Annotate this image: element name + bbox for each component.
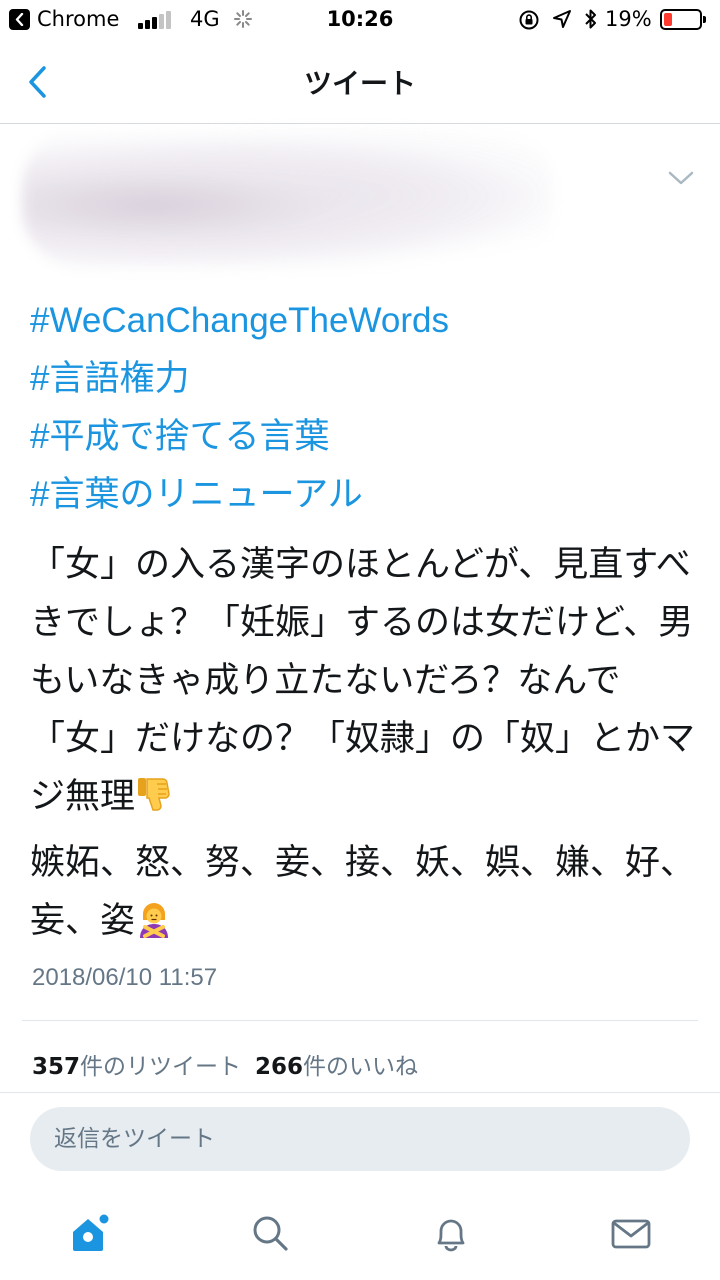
- home-icon: [73, 1214, 109, 1251]
- battery-percentage: 19%: [605, 7, 652, 31]
- hashtag-list: #WeCanChangeTheWords #言語権力 #平成で捨てる言葉 #言葉…: [30, 292, 690, 524]
- bottom-tab-bar: [0, 1184, 720, 1280]
- retweet-stat[interactable]: 357件のリツイート: [32, 1054, 241, 1080]
- divider: [22, 1020, 698, 1021]
- thumbs-down-icon: [138, 778, 170, 811]
- person-gesturing-no-icon: [140, 903, 169, 938]
- tweet-text-paragraph: 嫉妬、怒、努、妾、接、妖、娯、嫌、好、妄、姿: [30, 843, 696, 941]
- tweet-text-kanji-list: 嫉妬、怒、努、妾、接、妖、娯、嫌、好、妄、姿: [30, 834, 695, 950]
- chevron-down-icon[interactable]: [668, 170, 694, 186]
- hashtag-link[interactable]: #言語権力: [30, 350, 690, 408]
- like-label: 件のいいね: [303, 1054, 419, 1080]
- tab-home[interactable]: [60, 1202, 120, 1262]
- retweet-count: 357: [32, 1054, 81, 1080]
- navigation-bar: ツイート: [0, 40, 720, 124]
- tweet-text-paragraph: 「女」の入る漢字のほとんどが、見直すべきでしょ？「妊娠」するのは女だけど、男もい…: [30, 545, 696, 817]
- tab-notifications[interactable]: [421, 1202, 481, 1262]
- reply-input[interactable]: [30, 1107, 690, 1171]
- tweet-timestamp: 2018/06/10 11:57: [32, 964, 218, 991]
- location-icon: [553, 10, 571, 28]
- reply-composer: [0, 1092, 720, 1184]
- tweet-author-redacted[interactable]: [22, 128, 582, 273]
- tab-search[interactable]: [241, 1202, 301, 1262]
- retweet-label: 件のリツイート: [80, 1054, 242, 1080]
- like-count: 266: [255, 1054, 304, 1080]
- bluetooth-icon: [585, 9, 596, 29]
- redaction-blur: [22, 128, 552, 268]
- tab-messages[interactable]: [601, 1202, 661, 1262]
- tweet-text: 「女」の入る漢字のほとんどが、見直すべきでしょ？「妊娠」するのは女だけど、男もい…: [30, 536, 695, 826]
- battery-icon: [660, 9, 706, 30]
- status-bar: Chrome 4G 10:26 19%: [0, 0, 720, 40]
- mail-icon: [611, 1219, 651, 1249]
- search-icon: [253, 1216, 288, 1251]
- hashtag-link[interactable]: #WeCanChangeTheWords: [30, 292, 690, 350]
- rotation-lock-icon: [519, 10, 539, 30]
- bell-icon: [437, 1219, 465, 1252]
- like-stat[interactable]: 266件のいいね: [255, 1054, 418, 1080]
- page-title: ツイート: [303, 67, 416, 100]
- hashtag-link[interactable]: #言葉のリニューアル: [30, 466, 690, 524]
- hashtag-link[interactable]: #平成で捨てる言葉: [30, 408, 690, 466]
- tweet-stats: 357件のリツイート 266件のいいね: [32, 1047, 418, 1081]
